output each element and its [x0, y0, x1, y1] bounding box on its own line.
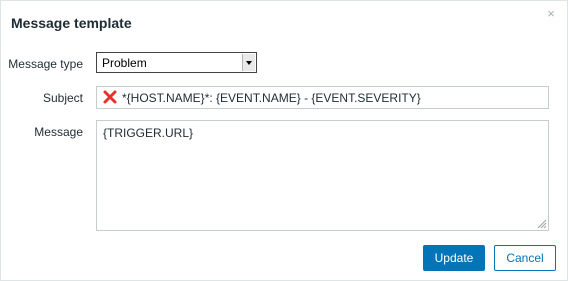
dialog-title: Message template	[11, 15, 132, 31]
subject-field[interactable]: *{HOST.NAME}*: {EVENT.NAME} - {EVENT.SEV…	[96, 86, 549, 109]
update-button[interactable]: Update	[423, 245, 485, 271]
cancel-button[interactable]: Cancel	[494, 245, 556, 271]
subject-value: *{HOST.NAME}*: {EVENT.NAME} - {EVENT.SEV…	[122, 91, 421, 105]
error-x-icon	[103, 90, 117, 104]
subject-label: Subject	[42, 91, 83, 105]
message-type-label: Message type	[8, 57, 83, 71]
message-value: {TRIGGER.URL}	[103, 126, 194, 140]
message-type-select[interactable]: Problem	[96, 52, 257, 73]
chevron-down-icon[interactable]	[242, 54, 255, 71]
message-label: Message	[34, 125, 83, 139]
message-template-dialog: Message template × Message type Problem …	[0, 0, 568, 281]
message-type-selected-value: Problem	[102, 56, 147, 70]
message-textarea[interactable]: {TRIGGER.URL}	[96, 120, 549, 231]
close-icon[interactable]: ×	[544, 7, 558, 21]
resize-grip-icon[interactable]	[536, 218, 547, 229]
